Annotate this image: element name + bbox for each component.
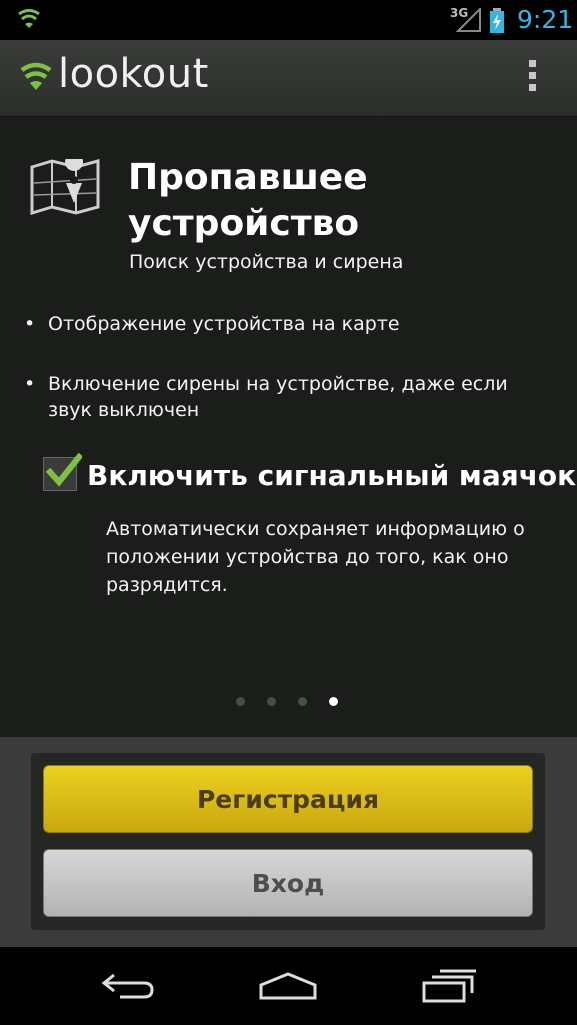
feature-title: Пропавшее устройство	[128, 157, 368, 244]
feature-content: Пропавшее устройство Поиск устройства и …	[0, 117, 577, 737]
page-indicator	[236, 697, 346, 709]
map-pin-icon	[30, 153, 100, 219]
checkmark-icon	[46, 452, 82, 487]
page-dot	[236, 697, 245, 706]
lookout-logo-icon	[20, 62, 52, 96]
page-dot-active	[329, 697, 338, 706]
recent-apps-icon[interactable]	[422, 969, 478, 1007]
page-dot	[267, 697, 276, 706]
app-name: lookout	[58, 51, 209, 97]
button-panel: Регистрация Вход	[31, 753, 545, 930]
back-icon[interactable]	[100, 971, 156, 1005]
page-dot	[298, 697, 307, 706]
signal-icon	[455, 6, 482, 36]
feature-bullet: • Отображение устройства на карте	[24, 311, 544, 337]
overflow-menu-icon[interactable]	[525, 60, 539, 96]
navigation-bar	[0, 947, 577, 1025]
status-time: 9:21	[517, 5, 574, 34]
lookout-status-icon	[18, 9, 40, 33]
bullet-text: Отображение устройства на карте	[48, 313, 400, 335]
beacon-checkbox-label[interactable]: Включить сигнальный маячок	[87, 459, 576, 492]
beacon-description: Автоматически сохраняет информацию о пол…	[106, 518, 525, 596]
feature-bullet: • Включение сирены на устройстве, даже е…	[24, 371, 544, 423]
battery-icon	[489, 8, 505, 38]
bullet-mark: •	[24, 313, 36, 335]
register-button[interactable]: Регистрация	[43, 765, 533, 833]
status-bar: 3G 9:21	[0, 0, 577, 40]
beacon-checkbox[interactable]	[43, 452, 82, 491]
bullet-text: Включение сирены на устройстве, даже есл…	[48, 373, 508, 421]
feature-subtitle: Поиск устройства и сирена	[129, 251, 404, 273]
bullet-mark: •	[24, 373, 36, 395]
action-bar: lookout	[0, 40, 577, 117]
login-button[interactable]: Вход	[43, 849, 533, 917]
bottom-bar: Регистрация Вход	[0, 737, 577, 947]
home-icon[interactable]	[258, 971, 318, 1005]
